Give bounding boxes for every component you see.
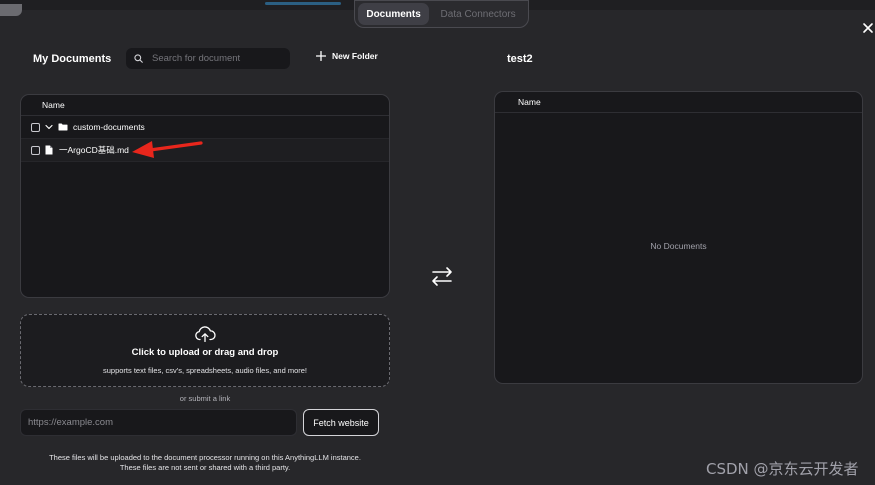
close-icon[interactable]: [861, 21, 875, 35]
swap-arrows-icon[interactable]: [430, 264, 454, 288]
no-documents-text: No Documents: [650, 241, 707, 251]
footnote-line-2: These files are not sent or shared with …: [119, 463, 291, 472]
watermark-text: CSDN @京东云开发者: [706, 460, 859, 478]
new-folder-button[interactable]: New Folder: [316, 51, 378, 61]
search-icon: [134, 54, 143, 63]
chevron-down-icon[interactable]: [45, 123, 53, 131]
my-documents-panel: Name custom-documents 一ArgoCD基础.md: [20, 94, 390, 298]
workspace-documents-panel: Name: [494, 91, 863, 384]
folder-row[interactable]: custom-documents: [21, 116, 389, 139]
folder-icon: [58, 123, 68, 131]
upload-title: Click to upload or drag and drop: [131, 347, 279, 358]
file-name: 一ArgoCD基础.md: [59, 145, 129, 155]
file-icon: [45, 145, 53, 155]
cloud-upload-icon: [195, 326, 216, 342]
tab-bar: Documents Data Connectors: [354, 0, 529, 28]
tab-documents[interactable]: Documents: [358, 3, 430, 25]
plus-icon: [316, 51, 326, 61]
upload-subtitle: supports text files, csv's, spreadsheets…: [102, 366, 308, 375]
background-accent-bar: [265, 2, 341, 5]
new-folder-label: New Folder: [332, 51, 378, 61]
workspace-table-header: Name: [495, 92, 862, 113]
tab-data-connectors[interactable]: Data Connectors: [431, 3, 525, 25]
upload-dropzone[interactable]: Click to upload or drag and drop support…: [20, 314, 390, 387]
name-column-header: Name: [42, 100, 65, 110]
folder-name: custom-documents: [73, 122, 145, 132]
file-checkbox[interactable]: [31, 145, 40, 155]
search-input[interactable]: [150, 52, 284, 65]
url-input[interactable]: [20, 409, 297, 436]
upload-footnote: These files will be uploaded to the docu…: [0, 453, 410, 473]
fetch-website-button[interactable]: Fetch website: [303, 409, 379, 436]
file-row[interactable]: 一ArgoCD基础.md: [21, 139, 389, 162]
annotation-arrow-icon: [132, 141, 203, 158]
footnote-line-1: These files will be uploaded to the docu…: [49, 453, 361, 462]
my-documents-title: My Documents: [33, 53, 112, 65]
table-header: Name: [21, 95, 389, 116]
or-submit-link-label: or submit a link: [179, 394, 231, 403]
background-window-corner: [0, 4, 22, 16]
search-box[interactable]: [126, 48, 290, 69]
workspace-title: test2: [507, 53, 533, 65]
folder-checkbox[interactable]: [31, 122, 40, 132]
workspace-name-column-header: Name: [518, 97, 541, 107]
